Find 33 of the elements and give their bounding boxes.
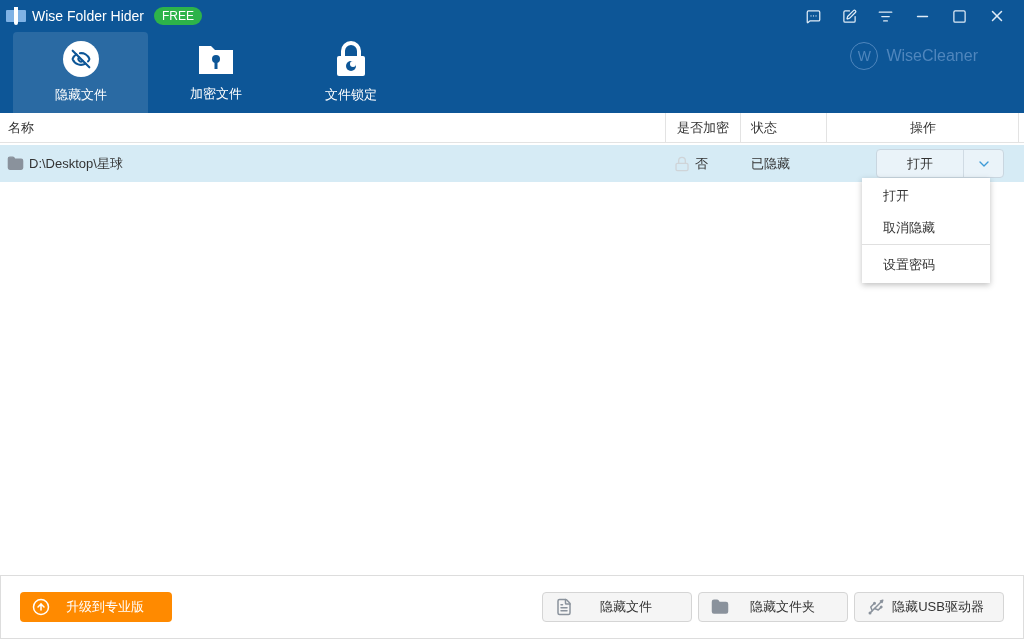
footer-button[interactable]: 隐藏文件夹 [698,592,848,622]
column-header: 状态 [741,113,827,142]
footer-button[interactable]: 隐藏USB驱动器 [854,592,1004,622]
feedback-icon[interactable] [806,8,821,24]
maximize-icon[interactable] [952,8,967,24]
status-value: 已隐藏 [751,155,790,171]
tab[interactable]: 文件锁定 [283,32,418,113]
column-header: 是否加密 [666,113,741,142]
hidden-eye-icon [62,40,99,77]
tab[interactable]: 隐藏文件 [13,32,148,113]
menu-item[interactable]: 打开 [862,180,990,212]
lock-icon [674,155,690,172]
free-badge: FREE [154,7,203,25]
brand-name: WiseCleaner [886,46,978,66]
column-header: 操作 [827,113,1019,142]
footer-button[interactable]: 隐藏文件 [542,592,692,622]
document-icon [555,598,573,616]
column-header: 名称 [0,113,666,142]
app-logo-icon [6,7,26,25]
folder-icon [711,598,729,616]
arrow-up-icon [32,598,50,616]
encrypted-value: 否 [695,154,708,173]
window-title: Wise Folder Hider [32,6,145,26]
file-path: D:\Desktop\星球 [29,154,123,173]
menu-item[interactable]: 取消隐藏 [862,212,990,244]
padlock-icon [334,40,367,77]
table-row[interactable]: D:\Desktop\星球 否 已隐藏 打开 [0,145,1024,182]
tab[interactable]: 加密文件 [148,32,283,113]
folder-icon [7,155,24,172]
usb-icon [867,598,885,616]
edit-icon[interactable] [842,8,857,24]
menu-item[interactable]: 设置密码 [862,249,990,281]
menu-icon[interactable] [878,8,893,24]
